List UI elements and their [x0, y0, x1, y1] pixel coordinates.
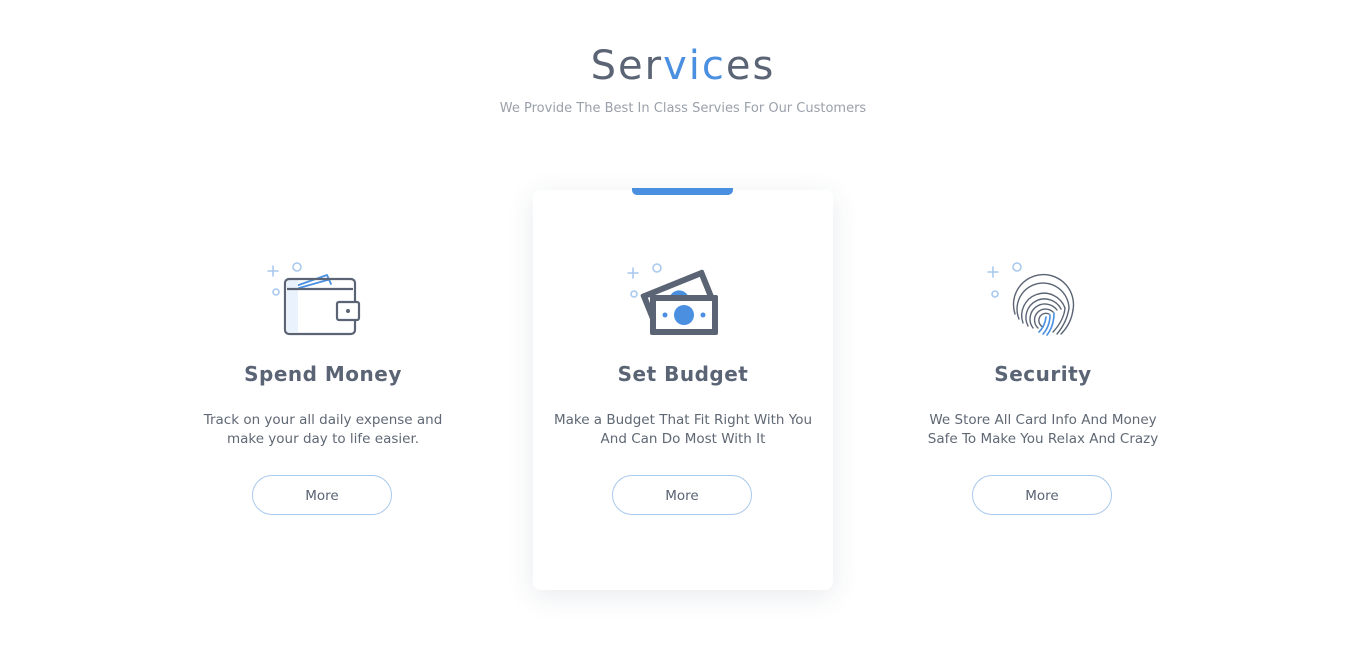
card-title: Spend Money [244, 362, 402, 386]
card-description-line-1: We Store All Card Info And Money [929, 412, 1157, 428]
card-description-line-2: And Can Do Most With It [600, 431, 766, 447]
more-button[interactable]: More [612, 475, 752, 515]
card-description-line-1: Make a Budget That Fit Right With You [553, 412, 813, 428]
section-title: Services [0, 40, 1366, 92]
services-section: Services We Provide The Best In Class Se… [0, 0, 1366, 652]
section-title-part2: es [725, 43, 776, 89]
card-description: We Store All Card Info And Money Safe To… [903, 411, 1183, 449]
card-description-line-1: Track on your all daily expense and [203, 412, 443, 428]
card-description-line-2: Safe To Make You Relax And Crazy [927, 431, 1159, 447]
section-subtitle: We Provide The Best In Class Servies For… [499, 101, 867, 116]
service-card-spend-money: Spend Money Track on your all daily expe… [173, 190, 473, 590]
more-button[interactable]: More [972, 475, 1112, 515]
service-card-security: Security We Store All Card Info And Mone… [893, 190, 1193, 590]
service-card-set-budget: Set Budget Make a Budget That Fit Right … [533, 188, 833, 590]
section-title-part1: Ser [590, 43, 664, 89]
section-title-accent: vic [663, 43, 726, 89]
card-description: Make a Budget That Fit Right With You An… [543, 411, 823, 449]
money-bills-icon [627, 263, 718, 335]
card-title: Security [994, 362, 1092, 386]
card-description-line-2: make your day to life easier. [226, 431, 420, 447]
fingerprint-icon [987, 262, 1075, 336]
card-accent-bar [632, 188, 733, 195]
wallet-icon [267, 262, 361, 336]
more-button[interactable]: More [252, 475, 392, 515]
card-description: Track on your all daily expense and make… [183, 411, 463, 449]
card-title: Set Budget [617, 362, 749, 386]
